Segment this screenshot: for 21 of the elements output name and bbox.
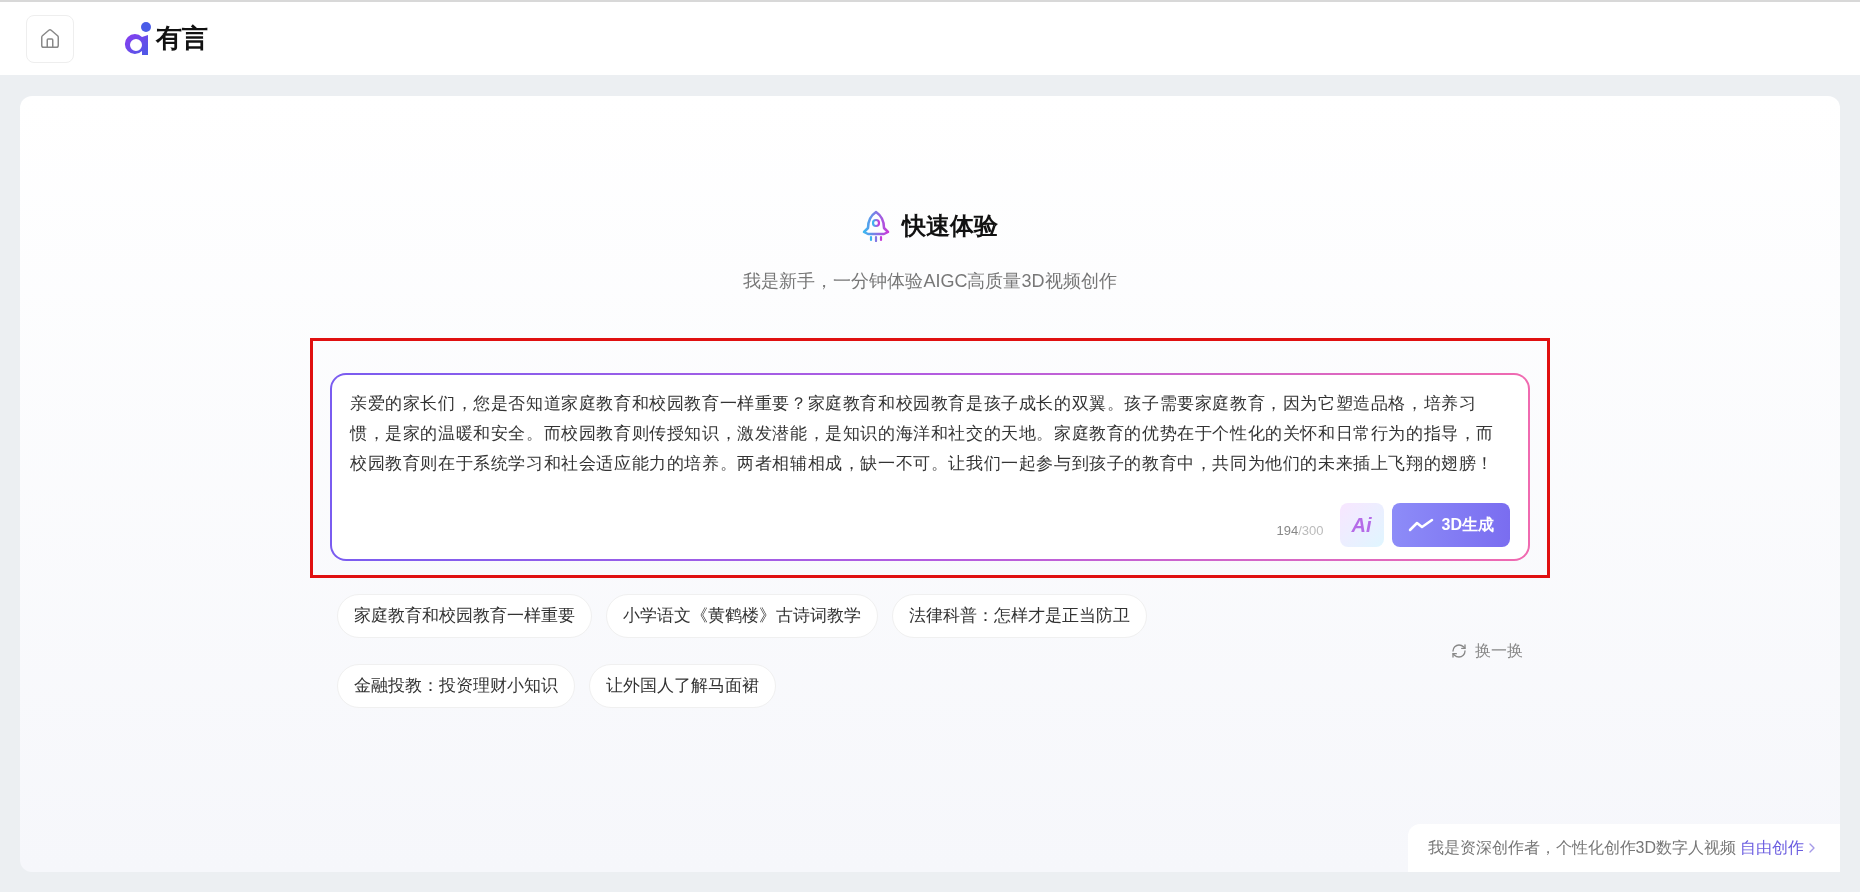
free-create-link[interactable]: 自由创作	[1740, 836, 1820, 860]
topic-chip[interactable]: 法律科普：怎样才是正当防卫	[892, 594, 1147, 638]
refresh-icon	[1451, 643, 1467, 659]
editor-text: 亲爱的家长们，您是否知道家庭教育和校园教育一样重要？家庭教育和校园教育是孩子成长的双翼。孩子需要家庭教育，因为它塑造品格，培养习惯，是家的温暖和安全。而校园教育则传授知识，激发潜能，是知识的海洋和社交的天地。家庭教育的优势在于个性化的关怀和日常行为的指导，而校园教育则在于系统学习和社会适应能力的培养。两者相辅相成，缺一不可。让我们一起参与到孩子的教育中，共同为他们的未来插上飞翔的翅膀！	[350, 393, 1495, 475]
topic-chip[interactable]: 金融投教：投资理财小知识	[337, 664, 575, 708]
home-icon	[39, 27, 61, 50]
logo-icon	[122, 20, 152, 57]
page-title: 快速体验	[902, 211, 998, 241]
trend-icon	[1407, 518, 1434, 532]
text-editor[interactable]	[330, 373, 1530, 561]
refresh-button[interactable]: 换一换	[1451, 639, 1523, 663]
logo-text: 有言	[156, 22, 208, 55]
topic-chip[interactable]: 家庭教育和校园教育一样重要	[337, 594, 592, 638]
topic-chip[interactable]: 让外国人了解马面裙	[589, 664, 776, 708]
topic-chip[interactable]: 小学语文《黄鹤楼》古诗词教学	[606, 594, 878, 638]
page-subtitle: 我是新手，一分钟体验AIGC高质量3D视频创作	[743, 270, 1117, 293]
home-button[interactable]	[26, 14, 74, 63]
character-counter: 194/300	[1276, 522, 1324, 541]
footer-text: 我是资深创作者，个性化创作3D数字人视频	[1427, 838, 1736, 858]
generate-button[interactable]: 3D生成	[1391, 503, 1510, 547]
rocket-icon	[862, 210, 890, 242]
